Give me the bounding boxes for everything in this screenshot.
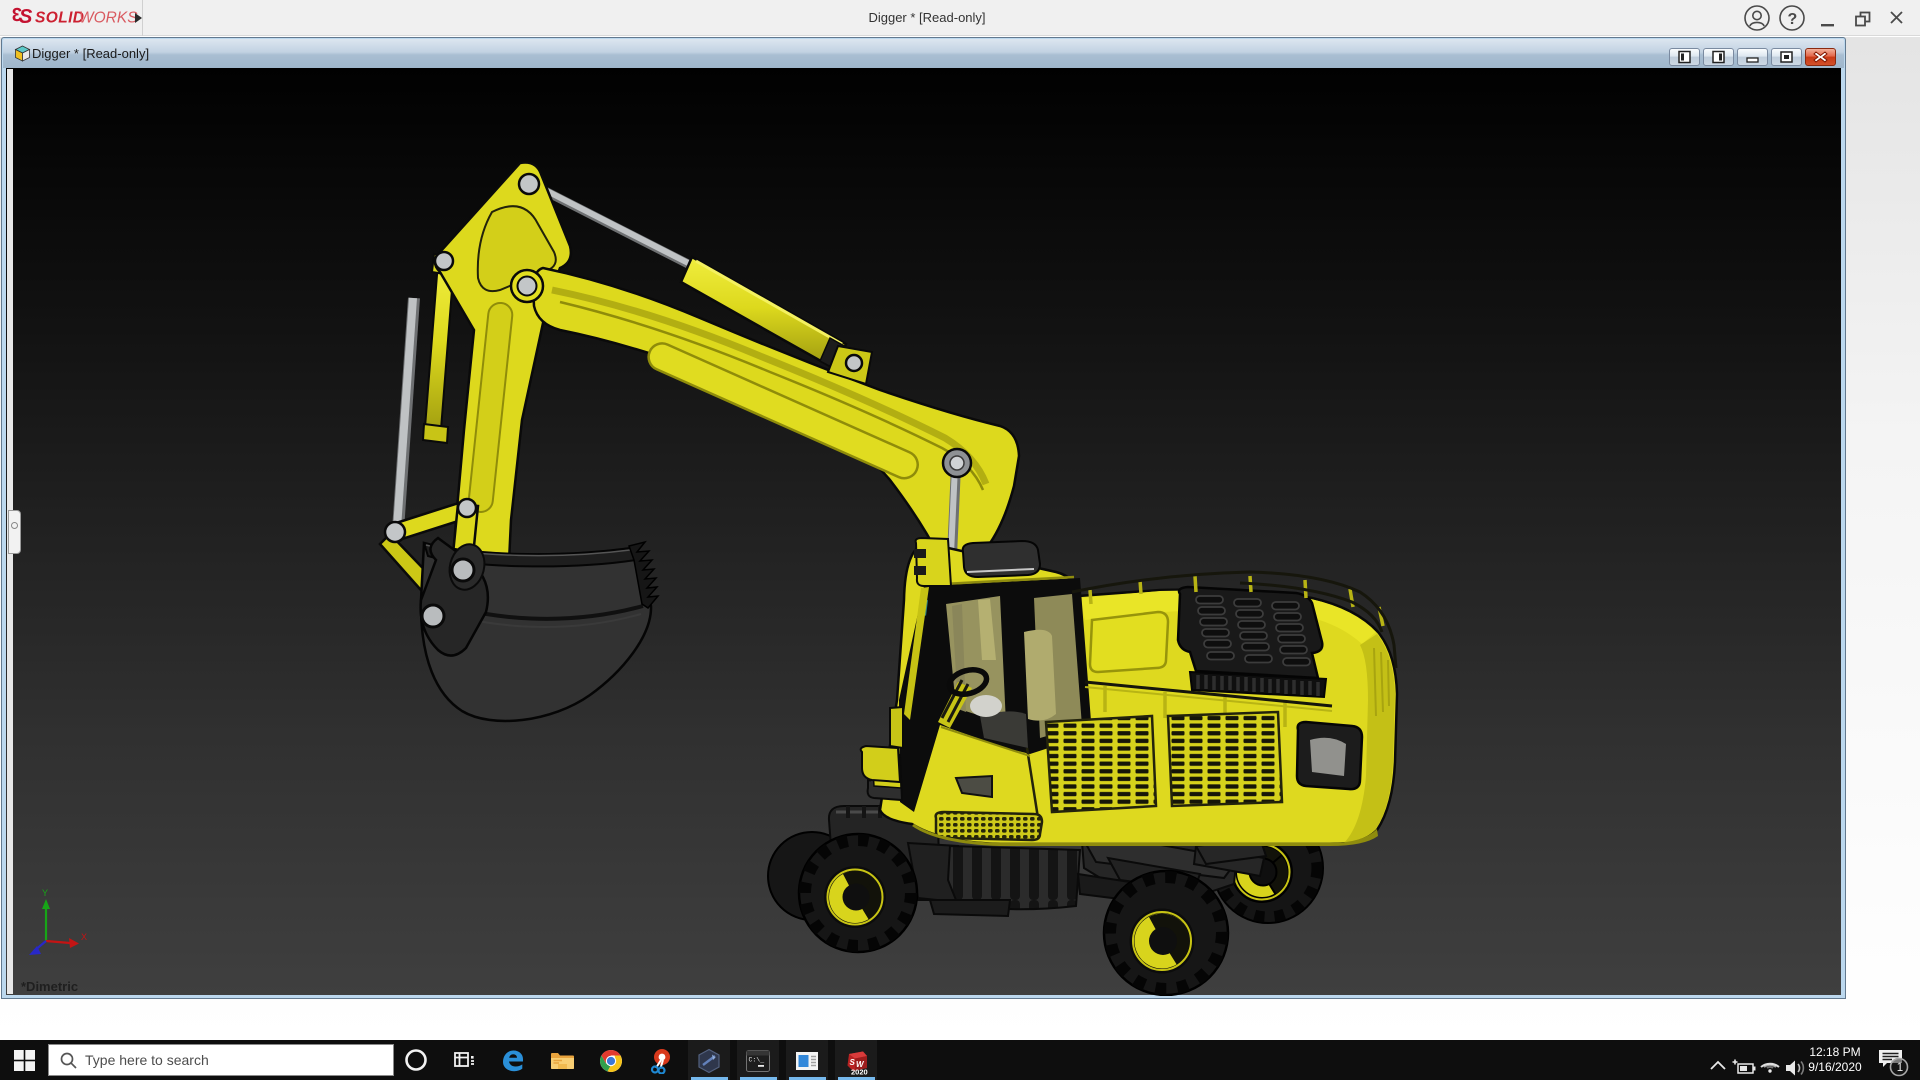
svg-text:Y: Y <box>42 888 48 898</box>
svg-text:X: X <box>81 932 87 942</box>
svg-text:1: 1 <box>1897 1062 1903 1074</box>
svg-text:?: ? <box>1788 11 1798 28</box>
